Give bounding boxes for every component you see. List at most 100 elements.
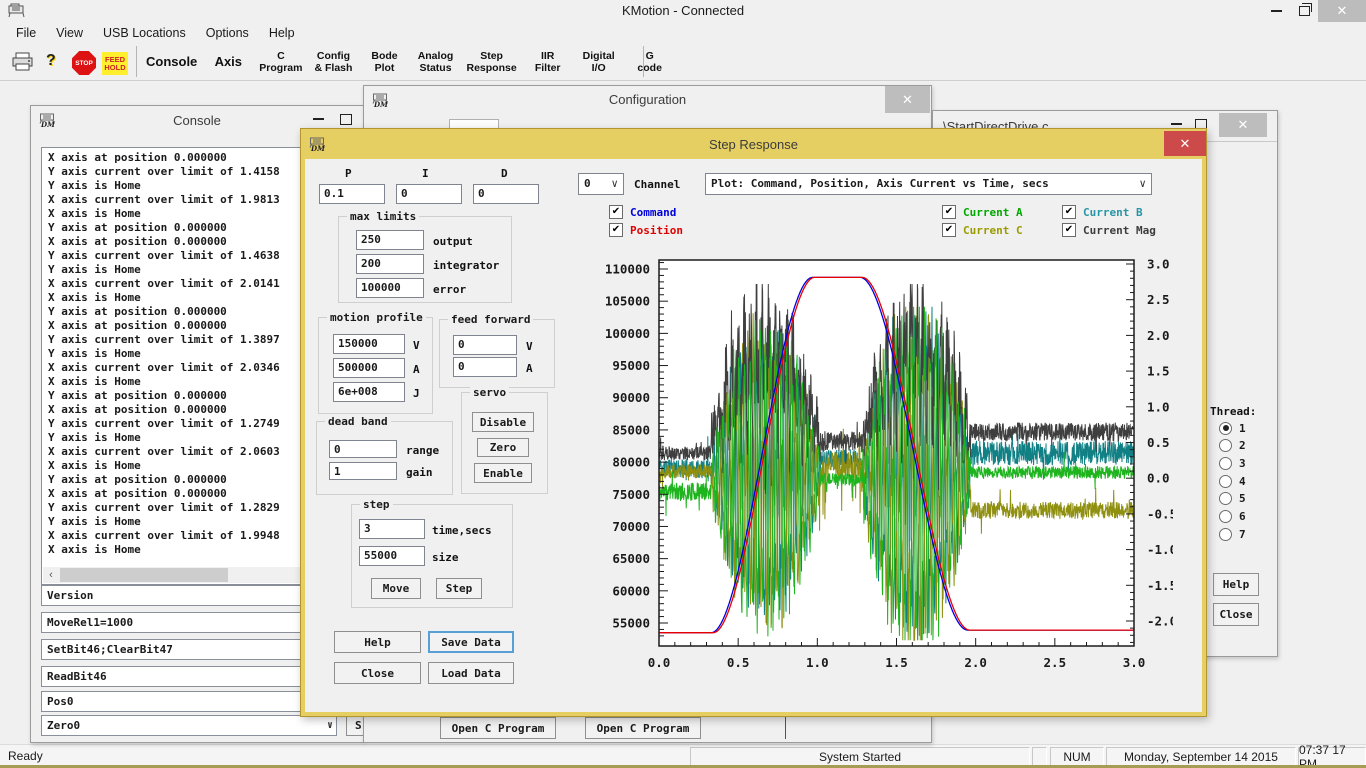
print-icon[interactable] <box>12 52 34 77</box>
i-field[interactable]: 0 <box>396 184 462 204</box>
open-c-program-button[interactable]: Open C Program <box>440 717 556 739</box>
checkbox-position[interactable]: ✔Position <box>609 223 683 237</box>
step-time-field[interactable]: 3 <box>359 519 425 539</box>
menu-file[interactable]: File <box>6 26 46 40</box>
servo-disable-button[interactable]: Disable <box>472 412 534 432</box>
plot-mode-value: Plot: Command, Position, Axis Current vs… <box>711 177 1049 190</box>
feed-hold-icon[interactable]: FEED HOLD <box>102 52 128 75</box>
thread-radio-7[interactable]: 7 <box>1219 527 1246 541</box>
toolbar-button-digital-i-o[interactable]: DigitalI/O <box>575 49 623 75</box>
minimize-icon <box>1271 10 1282 12</box>
cprogram-close2-button[interactable]: Close <box>1213 603 1259 626</box>
console-command-field[interactable]: Version <box>41 585 337 606</box>
step-response-close-button[interactable]: ✕ <box>1164 131 1206 156</box>
move-button[interactable]: Move <box>371 578 421 599</box>
radio-icon <box>1219 528 1232 541</box>
console-command-field[interactable]: MoveRel1=1000 <box>41 612 337 633</box>
checkbox-label: Current B <box>1083 206 1143 219</box>
svg-text:55000: 55000 <box>612 616 650 631</box>
thread-radio-1[interactable]: 1 <box>1219 421 1246 435</box>
restore-button[interactable] <box>1290 0 1318 22</box>
main-title-bar: KMotion - Connected ✕ <box>0 0 1366 22</box>
thread-radio-4[interactable]: 4 <box>1219 474 1246 488</box>
radio-icon <box>1219 439 1232 452</box>
scrollbar-thumb[interactable] <box>60 568 228 582</box>
radio-icon <box>1219 510 1232 523</box>
console-minimize-button[interactable] <box>313 108 324 123</box>
step-chart: 0.00.51.01.52.02.53.01100001050001000009… <box>593 241 1173 681</box>
minimize-button[interactable] <box>1262 0 1290 22</box>
scroll-left-icon[interactable]: ‹ <box>43 567 59 583</box>
servo-zero-button[interactable]: Zero <box>477 438 529 457</box>
sr-close-button[interactable]: Close <box>334 662 421 684</box>
restore-icon <box>1299 6 1310 16</box>
toolbar-button-c-program[interactable]: CProgram <box>255 49 306 75</box>
cprogram-close-button[interactable]: ✕ <box>1219 113 1267 137</box>
thread-radio-2[interactable]: 2 <box>1219 439 1246 453</box>
toolbar-button-g-code[interactable]: Gcode <box>626 49 674 75</box>
toolbar-button-config-flash[interactable]: Config& Flash <box>309 49 357 75</box>
menu-view[interactable]: View <box>46 26 93 40</box>
console-maximize-button[interactable] <box>340 113 352 128</box>
svg-text:0.0: 0.0 <box>1147 471 1170 486</box>
console-command-field[interactable]: Zero0∨ <box>41 715 337 736</box>
checkbox-current-b[interactable]: ✔Current B <box>1062 205 1143 219</box>
deadband-range-field[interactable]: 0 <box>329 440 397 458</box>
minimize-icon <box>313 118 324 120</box>
deadband-gain-field[interactable]: 1 <box>329 462 397 480</box>
menu-options[interactable]: Options <box>196 26 259 40</box>
max-error-field[interactable]: 100000 <box>356 278 424 298</box>
velocity-field[interactable]: 150000 <box>333 334 405 354</box>
console-command-field[interactable]: Pos0 <box>41 691 337 712</box>
toolbar-button-bode-plot[interactable]: BodePlot <box>360 49 408 75</box>
toolbar-button-step-response[interactable]: StepResponse <box>462 49 520 75</box>
toolbar-button-analog-status[interactable]: AnalogStatus <box>411 49 459 75</box>
toolbar-button-console[interactable]: Console <box>142 55 201 69</box>
plot-mode-select[interactable]: Plot: Command, Position, Axis Current vs… <box>705 173 1152 195</box>
chevron-down-icon[interactable]: ∨ <box>327 716 333 735</box>
menu-help[interactable]: Help <box>259 26 305 40</box>
save-data-button[interactable]: Save Data <box>428 631 514 653</box>
max-output-field[interactable]: 250 <box>356 230 424 250</box>
accel-field[interactable]: 500000 <box>333 358 405 378</box>
svg-text:0.5: 0.5 <box>727 655 750 670</box>
console-command-field[interactable]: SetBit46;ClearBit47 <box>41 639 337 660</box>
cprogram-help-button[interactable]: Help <box>1213 573 1259 596</box>
svg-text:110000: 110000 <box>605 262 650 277</box>
open-c-program-button[interactable]: Open C Program <box>585 717 701 739</box>
toolbar-button-axis[interactable]: Axis <box>204 55 252 69</box>
checkbox-command[interactable]: ✔Command <box>609 205 676 219</box>
checkbox-current-c[interactable]: ✔Current C <box>942 223 1023 237</box>
d-field[interactable]: 0 <box>473 184 539 204</box>
load-data-button[interactable]: Load Data <box>428 662 514 684</box>
svg-text:0.0: 0.0 <box>648 655 671 670</box>
checkbox-current-a[interactable]: ✔Current A <box>942 205 1023 219</box>
checkbox-label: Position <box>630 224 683 237</box>
ff-velocity-field[interactable]: 0 <box>453 335 517 355</box>
i-label: I <box>422 167 429 180</box>
integrator-label: integrator <box>433 259 499 272</box>
configuration-title-bar: DM Configuration ✕ <box>364 86 931 114</box>
p-field[interactable]: 0.1 <box>319 184 385 204</box>
step-size-field[interactable]: 55000 <box>359 546 425 566</box>
thread-radio-6[interactable]: 6 <box>1219 510 1246 524</box>
thread-radio-3[interactable]: 3 <box>1219 456 1246 470</box>
checkbox-current-mag[interactable]: ✔Current Mag <box>1062 223 1156 237</box>
jerk-field[interactable]: 6e+008 <box>333 382 405 402</box>
step-button[interactable]: Step <box>436 578 482 599</box>
console-command-field[interactable]: ReadBit46 <box>41 666 337 687</box>
servo-enable-button[interactable]: Enable <box>474 463 532 483</box>
channel-select[interactable]: 0∨ <box>578 173 624 195</box>
menu-usb-locations[interactable]: USB Locations <box>93 26 196 40</box>
max-integrator-field[interactable]: 200 <box>356 254 424 274</box>
sr-help-button[interactable]: Help <box>334 631 421 653</box>
svg-text:90000: 90000 <box>612 390 650 405</box>
configuration-close-button[interactable]: ✕ <box>885 86 930 113</box>
thread-radio-5[interactable]: 5 <box>1219 492 1246 506</box>
cprogram-minimize-button[interactable] <box>1171 113 1182 128</box>
toolbar-button-iir-filter[interactable]: IIRFilter <box>524 49 572 75</box>
close-button[interactable]: ✕ <box>1318 0 1366 22</box>
servo-label: servo <box>470 386 509 399</box>
help-icon[interactable]: ? <box>46 52 56 70</box>
ff-accel-field[interactable]: 0 <box>453 357 517 377</box>
